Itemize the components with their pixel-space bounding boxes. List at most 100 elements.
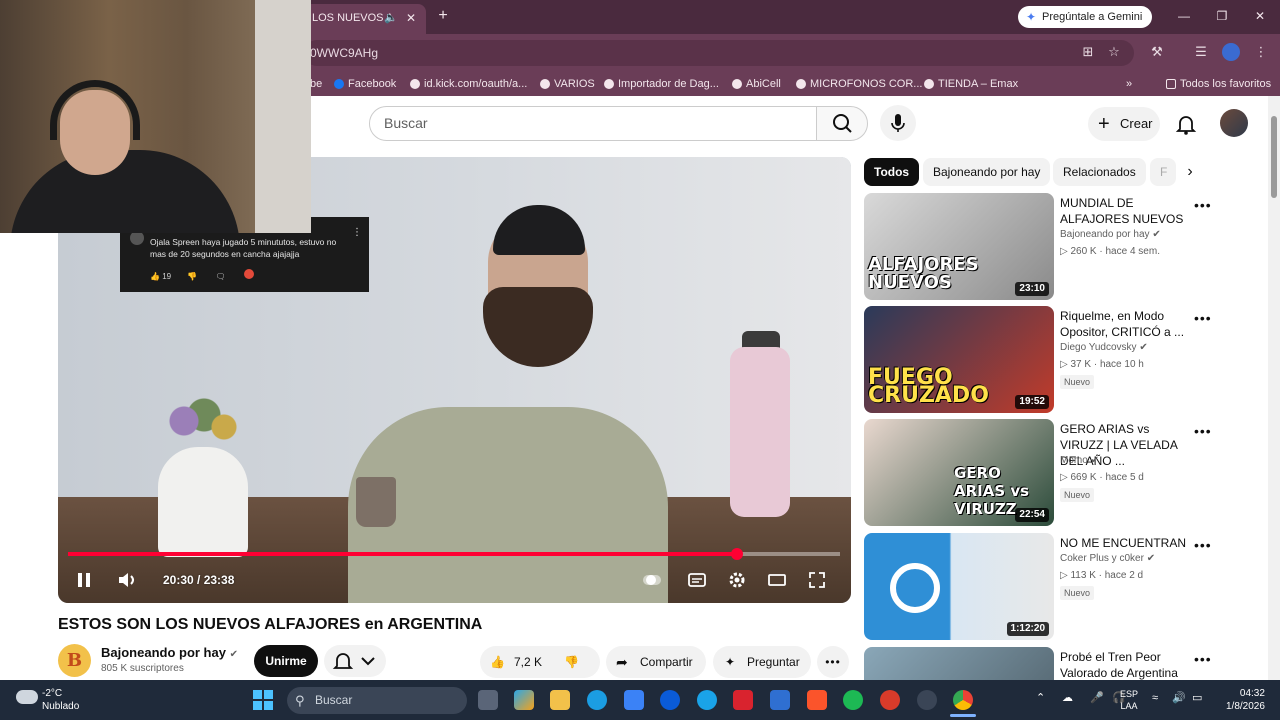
brave-icon[interactable] xyxy=(807,690,827,710)
mail-icon[interactable] xyxy=(770,690,790,710)
taskbar-clock[interactable]: 04:32 1/8/2026 xyxy=(1226,687,1265,713)
close-window-icon[interactable]: ✕ xyxy=(1250,6,1270,26)
restore-icon[interactable]: ❐ xyxy=(1212,6,1232,26)
subtitles-icon[interactable] xyxy=(687,570,707,590)
powerpoint-icon[interactable] xyxy=(880,690,900,710)
fullscreen-icon[interactable] xyxy=(807,570,827,590)
more-options-icon[interactable]: ••• xyxy=(1194,537,1212,553)
recommendation-channel[interactable]: Diego Yudcovsky ✔ xyxy=(1060,341,1148,355)
chevron-up-icon[interactable]: ⌃ xyxy=(1036,692,1045,704)
volume-icon[interactable] xyxy=(116,570,140,590)
recommendation-title[interactable]: MUNDIAL DE ALFAJORES NUEVOS xyxy=(1060,195,1194,227)
task-view-icon[interactable] xyxy=(478,690,498,710)
search-button[interactable] xyxy=(816,106,868,141)
speaker-icon[interactable]: 🔈 xyxy=(384,4,398,32)
bookmark-microfonos[interactable]: MICROFONOS COR... xyxy=(796,76,922,92)
comment-menu-icon[interactable]: ⋮ xyxy=(352,227,362,239)
video-thumbnail[interactable]: ALFAJORES NUEVOS 23:10 xyxy=(864,193,1054,300)
scrollbar-thumb[interactable] xyxy=(1271,116,1277,198)
wifi-icon[interactable]: ≈ xyxy=(1152,692,1158,704)
address-bar[interactable]: 0WWC9AHg xyxy=(304,40,1134,66)
recommendation-item[interactable]: GERO ARIAS vs VIRUZZ 22:54 GERO ARIAS vs… xyxy=(864,419,1254,527)
recommendation-channel[interactable]: Coker Plus y c0ker ✔ xyxy=(1060,552,1155,566)
microsoft-store-icon[interactable] xyxy=(624,690,644,710)
bookmark-facebook[interactable]: Facebook xyxy=(334,76,396,92)
all-bookmarks-folder[interactable]: Todos los favoritos xyxy=(1166,76,1271,92)
dislike-button[interactable]: 👎 xyxy=(564,646,579,678)
settings-gear-icon[interactable] xyxy=(727,570,747,590)
new-tab-button[interactable]: + xyxy=(434,6,452,26)
more-options-icon[interactable]: ••• xyxy=(1194,651,1212,667)
chip-related[interactable]: Relacionados xyxy=(1053,158,1146,186)
thumbs-up-icon[interactable]: 👍 xyxy=(150,272,160,281)
more-options-icon[interactable]: ••• xyxy=(1194,197,1212,213)
recommendation-title[interactable]: NO ME ENCUENTRAN xyxy=(1060,535,1194,551)
file-explorer-icon[interactable] xyxy=(550,690,570,710)
spotify-icon[interactable] xyxy=(843,690,863,710)
recommendation-item[interactable]: Probé el Tren Peor Valorado de Argentina… xyxy=(864,647,1254,680)
channel-avatar[interactable]: B xyxy=(58,644,91,677)
subscription-bell-button[interactable] xyxy=(324,645,386,677)
chip-channel[interactable]: Bajoneando por hay xyxy=(923,158,1051,186)
close-tab-icon[interactable]: ✕ xyxy=(406,4,416,32)
recommendation-channel[interactable]: Bajoneando por hay ✔ xyxy=(1060,228,1161,242)
copilot-icon[interactable] xyxy=(514,690,534,710)
weather-widget[interactable]: -2°C Nublado xyxy=(42,687,79,713)
reply-icon[interactable]: 🗨 xyxy=(216,272,226,281)
language-indicator[interactable]: ESP LAA xyxy=(1114,688,1144,712)
account-avatar[interactable] xyxy=(1220,109,1248,137)
profile-icon[interactable] xyxy=(1222,43,1240,61)
menu-dots-icon[interactable]: ⋮ xyxy=(1252,43,1270,61)
ask-button[interactable]: ✦ Preguntar xyxy=(713,646,811,678)
more-options-icon[interactable]: ••• xyxy=(1194,423,1212,439)
pause-icon[interactable] xyxy=(74,570,94,590)
video-thumbnail[interactable]: FUEGO CRUZADO 19:52 xyxy=(864,306,1054,413)
windows-start-icon[interactable] xyxy=(252,689,274,711)
theater-mode-icon[interactable] xyxy=(767,570,787,590)
help-icon[interactable] xyxy=(697,690,717,710)
microphone-icon[interactable]: 🎤 xyxy=(1090,692,1104,704)
extensions-icon[interactable]: ⚒ xyxy=(1148,43,1166,61)
notifications-button[interactable] xyxy=(1172,110,1200,138)
gemini-button[interactable]: ✦ Pregúntale a Gemini xyxy=(1018,6,1152,28)
volume-icon[interactable]: 🔊 xyxy=(1172,692,1186,704)
video-thumbnail[interactable]: 1:12:20 xyxy=(864,533,1054,640)
chevron-right-icon[interactable]: › xyxy=(1180,160,1200,184)
settings-gear-icon[interactable] xyxy=(917,690,937,710)
thumbs-down-icon[interactable]: 👎 xyxy=(187,272,197,281)
create-button[interactable]: + Crear xyxy=(1088,107,1160,141)
more-actions-button[interactable]: ••• xyxy=(817,646,849,678)
more-options-icon[interactable]: ••• xyxy=(1194,310,1212,326)
hp-icon[interactable] xyxy=(660,690,680,710)
bookmark-item[interactable]: be xyxy=(310,76,322,92)
taskbar-search-input[interactable]: ⚲ Buscar xyxy=(287,687,467,714)
voice-search-button[interactable] xyxy=(880,105,916,141)
bookmark-star-icon[interactable]: ☆ xyxy=(1105,43,1123,61)
bookmark-abicell[interactable]: AbiCell xyxy=(732,76,781,92)
recommendation-title[interactable]: Probé el Tren Peor Valorado de Argentina xyxy=(1060,649,1194,680)
recommendation-item[interactable]: FUEGO CRUZADO 19:52 Riquelme, en Modo Op… xyxy=(864,306,1254,414)
tab-youtube-video[interactable]: LOS NUEVOS A 🔈 ✕ xyxy=(304,4,426,34)
video-thumbnail[interactable]: GERO ARIAS vs VIRUZZ 22:54 xyxy=(864,419,1054,526)
recommendation-item[interactable]: ALFAJORES NUEVOS 23:10 MUNDIAL DE ALFAJO… xyxy=(864,193,1254,301)
bookmark-varios[interactable]: VARIOS xyxy=(540,76,595,92)
share-button[interactable]: ➦ Compartir xyxy=(606,646,706,678)
channel-name[interactable]: Bajoneando por hay ✔ xyxy=(101,645,238,663)
recommendation-channel[interactable]: Momo ✔ xyxy=(1060,454,1099,468)
chrome-icon[interactable] xyxy=(953,690,973,710)
video-thumbnail[interactable] xyxy=(864,647,1054,680)
autoplay-toggle-icon[interactable] xyxy=(642,570,662,590)
bookmark-importador[interactable]: Importador de Dag... xyxy=(604,76,719,92)
reading-list-icon[interactable]: ☰ xyxy=(1192,43,1210,61)
minimize-icon[interactable]: — xyxy=(1174,6,1194,26)
search-input[interactable]: Buscar xyxy=(369,106,817,141)
install-app-icon[interactable]: ⊞ xyxy=(1079,43,1097,61)
mcafee-icon[interactable] xyxy=(733,690,753,710)
chip-all[interactable]: Todos xyxy=(864,158,920,186)
bookmark-kick[interactable]: id.kick.com/oauth/a... xyxy=(410,76,527,92)
battery-icon[interactable]: ▭ xyxy=(1192,692,1202,704)
edge-icon[interactable] xyxy=(587,690,607,710)
recommendation-title[interactable]: Riquelme, en Modo Opositor, CRITICÓ a ..… xyxy=(1060,308,1194,340)
bookmark-tienda[interactable]: TIENDA – Emax xyxy=(924,76,1018,92)
recommendation-item[interactable]: 1:12:20 NO ME ENCUENTRAN Coker Plus y c0… xyxy=(864,533,1254,641)
